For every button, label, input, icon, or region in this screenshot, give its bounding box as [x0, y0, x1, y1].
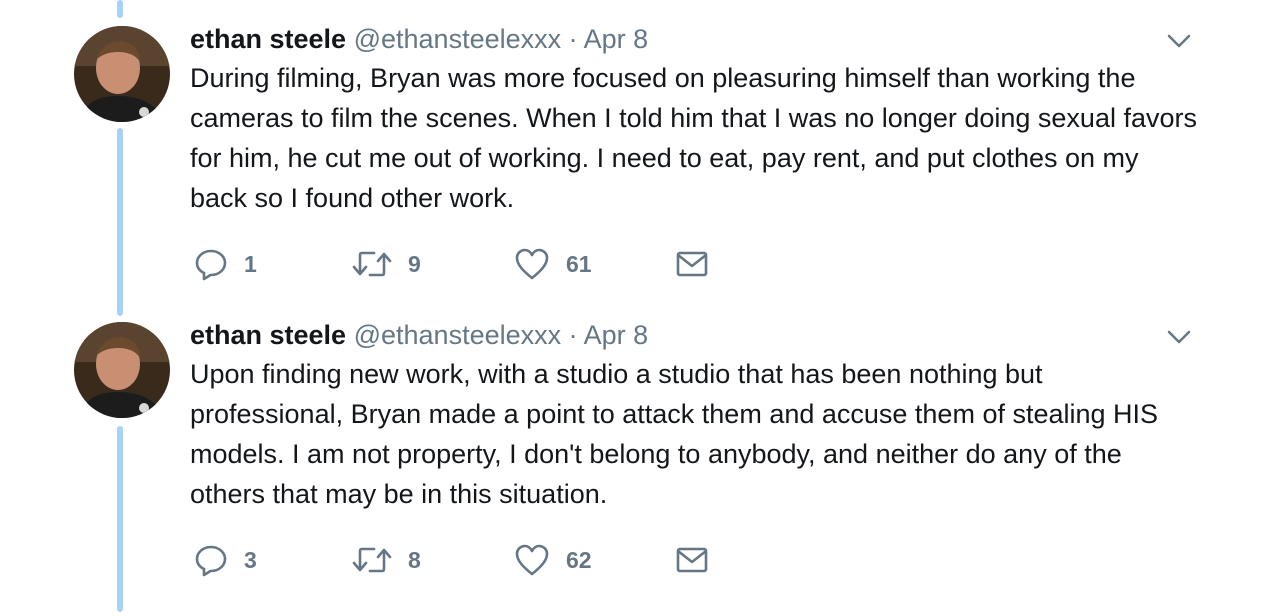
like-button[interactable]: 62: [514, 540, 592, 580]
user-handle[interactable]: @ethansteelexxx: [354, 320, 562, 350]
tweet-date[interactable]: Apr 8: [584, 24, 649, 54]
direct-message-button[interactable]: [676, 540, 708, 580]
retweet-icon: [352, 543, 392, 577]
tweet[interactable]: ethan steele @ethansteelexxx · Apr 8 Upo…: [0, 296, 1274, 592]
like-count: 62: [566, 546, 592, 573]
avatar[interactable]: [74, 322, 170, 418]
retweet-count: 8: [408, 546, 421, 573]
reply-count: 1: [244, 250, 257, 277]
tweet-actions: 3 8 62: [190, 540, 790, 580]
reply-button[interactable]: 1: [194, 244, 257, 284]
tweet-actions: 1 9 61: [190, 244, 790, 284]
retweet-count: 9: [408, 250, 421, 277]
display-name[interactable]: ethan steele: [190, 320, 346, 350]
tweet-text: Upon finding new work, with a studio a s…: [190, 359, 1159, 509]
reply-button[interactable]: 3: [194, 540, 257, 580]
avatar-photo: [74, 322, 170, 418]
retweet-icon: [352, 247, 392, 281]
chevron-down-icon[interactable]: [1166, 32, 1192, 50]
separator-dot: ·: [568, 24, 578, 54]
tweet[interactable]: ethan steele @ethansteelexxx · Apr 8 Dur…: [0, 0, 1274, 296]
display-name[interactable]: ethan steele: [190, 24, 346, 54]
reply-icon: [194, 247, 228, 281]
tweet-header: ethan steele @ethansteelexxx · Apr 8: [190, 318, 648, 352]
retweet-button[interactable]: 9: [352, 244, 421, 284]
chevron-down-icon[interactable]: [1166, 328, 1192, 346]
direct-message-button[interactable]: [676, 244, 708, 284]
retweet-button[interactable]: 8: [352, 540, 421, 580]
like-button[interactable]: 61: [514, 244, 592, 284]
reply-count: 3: [244, 546, 257, 573]
tweet-date[interactable]: Apr 8: [584, 320, 649, 350]
separator-dot: ·: [568, 320, 578, 350]
avatar[interactable]: [74, 26, 170, 122]
like-count: 61: [566, 250, 592, 277]
tweet-text: During filming, Bryan was more focused o…: [190, 63, 1197, 213]
user-handle[interactable]: @ethansteelexxx: [354, 24, 562, 54]
heart-icon: [514, 247, 550, 281]
envelope-icon: [676, 250, 708, 278]
heart-icon: [514, 543, 550, 577]
reply-icon: [194, 543, 228, 577]
envelope-icon: [676, 546, 708, 574]
avatar-photo: [74, 26, 170, 122]
tweet-header: ethan steele @ethansteelexxx · Apr 8: [190, 22, 648, 56]
